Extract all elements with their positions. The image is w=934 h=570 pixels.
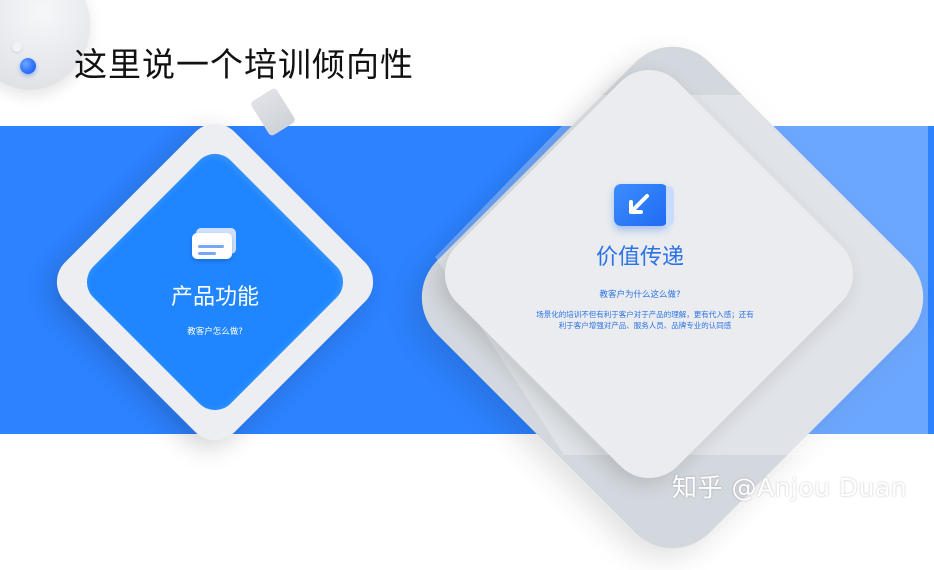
watermark: 知乎 @Anjou Duan	[672, 473, 908, 502]
right-card-description-line: 场景化的培训不但有利于客户对于产品的理解，更有代入感；还有	[536, 310, 754, 319]
right-card-description-line: 利于客户增强对产品、服务人员、品牌专业的认同感	[558, 321, 732, 330]
decorative-small-orb	[12, 42, 22, 52]
card-icon-line	[198, 245, 224, 248]
blue-dot-decoration	[20, 58, 36, 74]
right-card-description: 场景化的培训不但有利于客户对于产品的理解，更有代入感；还有 利于客户增强对产品、…	[510, 309, 780, 331]
card-icon	[192, 228, 236, 260]
right-card-subtitle: 教客户为什么这么做?	[599, 290, 681, 300]
card-icon-front	[192, 233, 232, 259]
arrow-down-left-glyph	[629, 194, 649, 214]
left-card-subtitle: 教客户怎么做?	[187, 327, 243, 337]
right-card-heading: 价值传递	[595, 245, 684, 270]
card-icon-line	[198, 252, 216, 255]
arrow-down-left-icon	[614, 184, 674, 226]
left-card-heading: 产品功能	[170, 285, 259, 310]
slide-title: 这里说一个培训倾向性	[74, 45, 414, 84]
